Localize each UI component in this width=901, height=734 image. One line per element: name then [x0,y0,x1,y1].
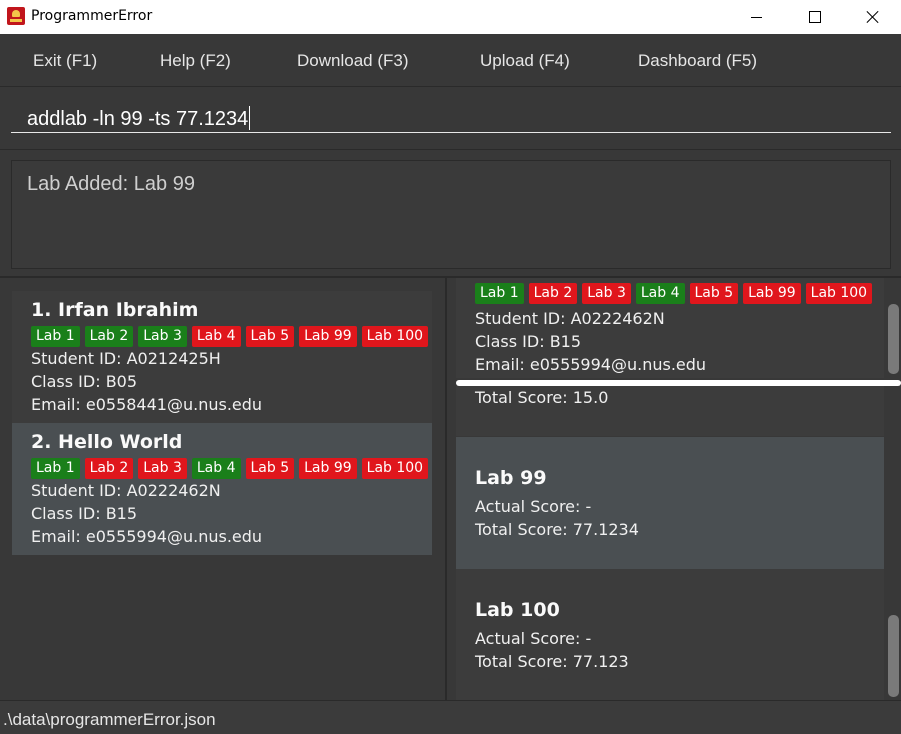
total-score: Total Score: 77.123 [475,652,629,671]
lab-tag: Lab 5 [245,326,295,347]
actual-score: Actual Score: - [475,497,592,516]
lab-tag: Lab 4 [635,283,685,304]
maximize-icon [809,11,821,23]
lab-tags: Lab 1 Lab 2 Lab 3 Lab 4 Lab 5 Lab 99 Lab 100 [475,283,873,304]
result-display[interactable]: Lab Added: Lab 99 [11,160,891,269]
student-name: 1. Irfan Ibrahim [31,299,199,321]
lab-result-card: Total Score: 15.0 [456,386,884,436]
text-caret [249,106,251,130]
student-list-panel[interactable]: 1. Irfan Ibrahim Lab 1 Lab 2 Lab 3 Lab 4 Lab… [0,278,445,700]
lab-tag: Lab 4 [191,326,241,347]
lab-title: Lab 99 [475,467,547,489]
class-id: Class ID: B05 [31,372,138,391]
app-window: ProgrammerError Exit (F1) Help (F2) Down… [0,0,901,734]
menu-dashboard[interactable]: Dashboard (F5) [638,51,757,71]
lab-title: Lab 100 [475,599,560,621]
lab-tag: Lab 2 [84,458,134,479]
scrollbar-thumb[interactable] [888,304,899,374]
class-id: Class ID: B15 [475,332,582,351]
lab-tag: Lab 99 [299,458,357,479]
student-email: Email: e0558441@u.nus.edu [31,395,263,414]
lab-tag: Lab 100 [361,458,429,479]
actual-score: Actual Score: - [475,629,592,648]
lab-tag: Lab 5 [245,458,295,479]
student-card[interactable]: 1. Irfan Ibrahim Lab 1 Lab 2 Lab 3 Lab 4 Lab… [12,291,432,423]
result-text: Lab Added: Lab 99 [27,173,195,195]
lab-tag: Lab 99 [299,326,357,347]
student-email: Email: e0555994@u.nus.edu [31,527,263,546]
data-file-path: .\data\programmerError.json [3,710,216,729]
detail-panel[interactable]: Lab 1 Lab 2 Lab 3 Lab 4 Lab 5 Lab 99 Lab 100 S… [447,278,901,700]
student-name: 2. Hello World [31,431,183,453]
scrollbar-thumb[interactable] [888,615,899,697]
status-bar: .\data\programmerError.json [0,700,901,734]
lab-tag: Lab 3 [138,326,187,347]
class-id: Class ID: B15 [31,504,138,523]
lab-tag: Lab 1 [475,283,524,304]
minimize-button[interactable] [727,0,785,34]
lab-tags: Lab 1 Lab 2 Lab 3 Lab 4 Lab 5 Lab 99 Lab 100 [31,326,429,347]
lab-tag: Lab 100 [805,283,873,304]
lab-result-card[interactable]: Lab 99 Actual Score: - Total Score: 77.1… [456,437,884,569]
lab-tag: Lab 99 [743,283,801,304]
command-area: addlab -ln 99 -ts 77.1234 [0,88,901,150]
result-area: Lab Added: Lab 99 [0,151,901,276]
student-id: Student ID: A0222462N [475,309,665,328]
student-id: Student ID: A0212425H [31,349,221,368]
command-text: addlab -ln 99 -ts 77.1234 [27,106,251,131]
menu-exit[interactable]: Exit (F1) [33,51,97,71]
lab-tag: Lab 4 [191,458,241,479]
lab-tag: Lab 3 [138,458,187,479]
app-logo-icon [7,7,25,25]
command-input[interactable]: addlab -ln 99 -ts 77.1234 [11,101,891,133]
lab-tag: Lab 1 [31,326,80,347]
title-bar: ProgrammerError [0,0,901,34]
minimize-icon [750,16,762,18]
student-card-selected[interactable]: 2. Hello World Lab 1 Lab 2 Lab 3 Lab 4 Lab 5… [12,423,432,555]
lab-tag: Lab 3 [582,283,631,304]
lab-tag: Lab 1 [31,458,80,479]
lab-tags: Lab 1 Lab 2 Lab 3 Lab 4 Lab 5 Lab 99 Lab 100 [31,458,429,479]
window-title: ProgrammerError [31,8,153,24]
close-button[interactable] [844,0,901,34]
lab-tag: Lab 5 [689,283,739,304]
menu-download[interactable]: Download (F3) [297,51,409,71]
menu-bar: Exit (F1) Help (F2) Download (F3) Upload… [0,34,901,87]
lab-tag: Lab 2 [528,283,578,304]
student-id: Student ID: A0222462N [31,481,221,500]
menu-help[interactable]: Help (F2) [160,51,231,71]
command-value: addlab -ln 99 -ts 77.1234 [27,108,249,130]
lab-tag: Lab 2 [84,326,134,347]
student-detail: Lab 1 Lab 2 Lab 3 Lab 4 Lab 5 Lab 99 Lab 100 S… [456,278,884,378]
maximize-button[interactable] [786,0,844,34]
total-score: Total Score: 77.1234 [475,520,639,539]
lab-tag: Lab 100 [361,326,429,347]
close-icon [866,10,880,24]
total-score: Total Score: 15.0 [475,388,609,407]
lab-result-card[interactable]: Lab 100 Actual Score: - Total Score: 77.… [456,569,884,700]
menu-upload[interactable]: Upload (F4) [480,51,570,71]
student-email: Email: e0555994@u.nus.edu [475,355,707,374]
